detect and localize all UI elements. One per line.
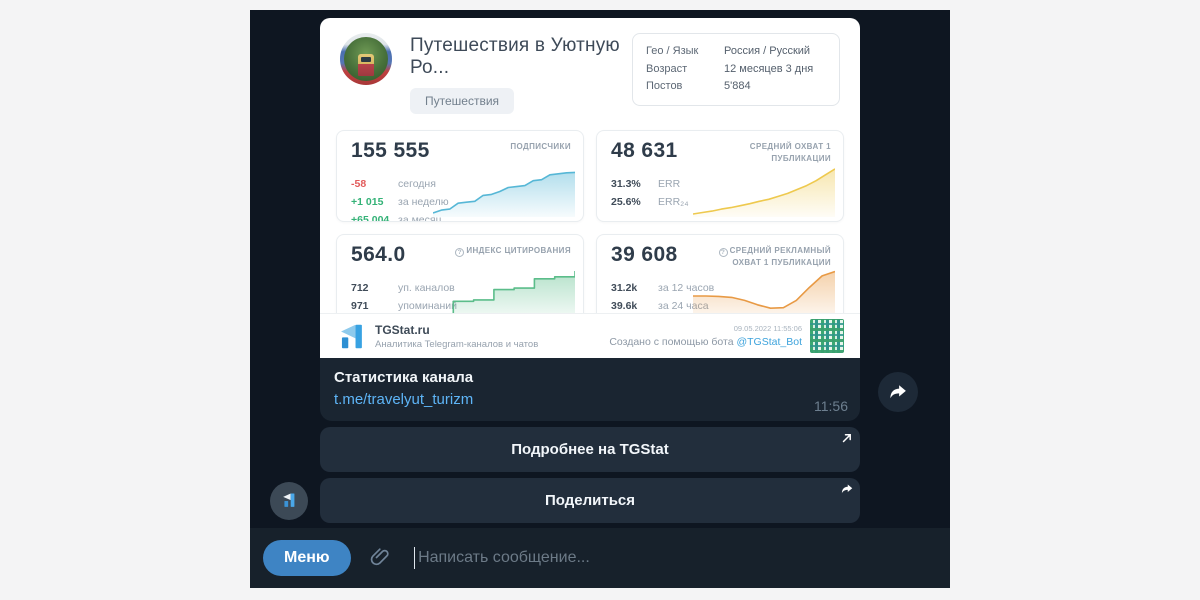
message-title: Статистика канала — [334, 367, 846, 389]
avg-reach-sparkline-chart — [693, 159, 835, 217]
info-label: Возраст — [646, 61, 724, 79]
menu-button[interactable]: Меню — [263, 540, 351, 576]
channel-category-tag: Путешествия — [410, 88, 514, 114]
help-icon: ? — [455, 248, 464, 257]
stat-label: ?ИНДЕКС ЦИТИРОВАНИЯ — [455, 245, 571, 257]
message-input[interactable] — [418, 549, 936, 567]
details-button-label: Подробнее на TGStat — [511, 441, 669, 458]
stats-grid: 155 555 ПОДПИСЧИКИ -58сегодня +1 015за н… — [320, 122, 860, 326]
message-caption-bubble: Статистика канала t.me/travelyut_turizm … — [320, 358, 860, 421]
help-icon: ? — [719, 248, 728, 257]
telegram-chat-panel: Путешествия в Уютную Ро... Путешествия Г… — [250, 10, 950, 588]
subscribers-sparkline-chart — [433, 159, 575, 217]
stat-label-text: ИНДЕКС ЦИТИРОВАНИЯ — [466, 246, 571, 255]
quick-share-button[interactable] — [878, 372, 918, 412]
qr-code — [810, 319, 844, 353]
channel-avatar — [340, 33, 392, 85]
attach-paperclip-icon[interactable] — [368, 546, 392, 570]
share-icon — [841, 483, 853, 495]
report-footer: TGStat.ru Аналитика Telegram-каналов и ч… — [320, 313, 860, 358]
footer-subtitle: Аналитика Telegram-каналов и чатов — [375, 339, 538, 350]
share-button[interactable]: Поделиться — [320, 478, 860, 523]
bot-message-group: Путешествия в Уютную Ро... Путешествия Г… — [320, 18, 860, 523]
stat-delta: 31.2k — [611, 280, 658, 298]
info-value: 5'884 — [724, 78, 751, 96]
stat-delta-label: ERR — [658, 176, 680, 194]
stat-delta: 712 — [351, 280, 398, 298]
channel-link[interactable]: t.me/travelyut_turizm — [334, 389, 473, 411]
channel-title: Путешествия в Уютную Ро... — [410, 35, 632, 79]
stat-value: 39 608 — [611, 243, 678, 267]
info-value: 12 месяцев 3 дня — [724, 61, 813, 79]
stat-label: ПОДПИСЧИКИ — [510, 141, 571, 153]
stat-delta-label: сегодня — [398, 176, 436, 194]
report-timestamp: 09.05.2022 11:55:06 — [609, 324, 802, 333]
stat-value: 155 555 — [351, 139, 430, 163]
tgstat-logo-icon — [336, 322, 366, 351]
footer-brand: TGStat.ru — [375, 323, 538, 337]
bot-link: @TGStat_Bot — [736, 336, 802, 348]
info-label: Гео / Язык — [646, 43, 724, 61]
bot-avatar[interactable] — [270, 482, 308, 520]
tgstat-bot-logo-icon — [279, 491, 299, 511]
info-value: Россия / Русский — [724, 43, 810, 61]
message-time: 11:56 — [814, 398, 848, 414]
stat-delta-label: ERR₂₄ — [658, 194, 689, 212]
stat-delta: 25.6% — [611, 194, 658, 212]
stat-delta: +1 015 — [351, 194, 398, 212]
tram-graphic — [358, 54, 374, 76]
details-on-tgstat-button[interactable]: Подробнее на TGStat — [320, 427, 860, 472]
external-link-icon — [841, 432, 853, 444]
share-button-label: Поделиться — [545, 492, 635, 509]
stat-delta: -58 — [351, 176, 398, 194]
stat-value: 564.0 — [351, 243, 406, 267]
share-icon — [889, 384, 907, 400]
text-cursor — [414, 547, 416, 569]
stat-delta: +65 004 — [351, 212, 398, 222]
report-header: Путешествия в Уютную Ро... Путешествия Г… — [320, 18, 860, 122]
stat-card-subscribers: 155 555 ПОДПИСЧИКИ -58сегодня +1 015за н… — [336, 130, 584, 222]
channel-info-box: Гео / ЯзыкРоссия / Русский Возраст12 мес… — [632, 33, 840, 106]
message-composer: Меню — [250, 528, 950, 588]
info-label: Постов — [646, 78, 724, 96]
created-with-text: Создано с помощью бота — [609, 336, 733, 348]
stat-delta: 31.3% — [611, 176, 658, 194]
stat-value: 48 631 — [611, 139, 678, 163]
tgstat-report-image[interactable]: Путешествия в Уютную Ро... Путешествия Г… — [320, 18, 860, 358]
stat-card-avg-reach: 48 631 СРЕДНИЙ ОХВАТ 1 ПУБЛИКАЦИИ 31.3%E… — [596, 130, 844, 222]
